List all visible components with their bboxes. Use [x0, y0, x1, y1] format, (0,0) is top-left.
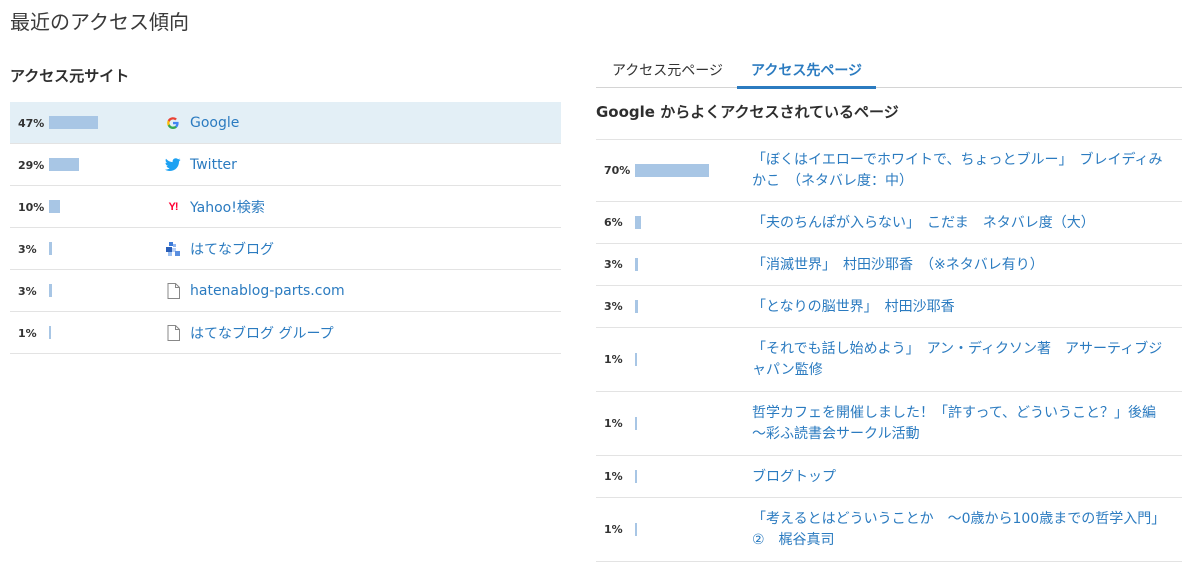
bar-track — [635, 164, 715, 177]
percentage-label: 10% — [18, 201, 45, 214]
bar-track — [635, 523, 715, 536]
referrer-row[interactable]: 3% はてなブログ — [10, 228, 561, 270]
bar-track — [635, 417, 715, 430]
referrer-site[interactable]: hatenablog-parts.com — [165, 270, 345, 312]
percentage-label: 70% — [604, 164, 631, 177]
referrer-row[interactable]: 47% Google — [10, 102, 561, 144]
destination-row: 1% ブログトップ — [596, 456, 1182, 498]
percentage-label: 1% — [604, 470, 623, 483]
bar-track — [635, 258, 715, 271]
referrer-row[interactable]: 1% はてなブログ グループ — [10, 312, 561, 354]
destination-row: 1% 哲学カフェを開催しました！「許すって、どういうこと？」後編 ～彩ふ読書会サー… — [596, 392, 1182, 456]
bar-track — [635, 353, 715, 366]
destination-row: 70% 「ぼくはイエローでホワイトで、ちょっとブルー」 ブレイディみかこ （ネタバ… — [596, 140, 1182, 202]
tab-destination-pages[interactable]: アクセス先ページ — [737, 55, 877, 89]
referrer-row[interactable]: 29% Twitter — [10, 144, 561, 186]
referrer-row[interactable]: 10% Y! Yahoo!検索 — [10, 186, 561, 228]
destination-page-link[interactable]: 「夫のちんぽが入らない」 こだま ネタバレ度（大） — [752, 213, 1172, 234]
percentage-label: 6% — [604, 216, 623, 229]
referrer-site-link[interactable]: Google — [190, 115, 239, 131]
percentage-bar — [635, 470, 637, 483]
pages-tabs: アクセス元ページ アクセス先ページ — [596, 55, 1182, 89]
destination-page-link[interactable]: 「となりの脳世界」 村田沙耶香 — [752, 297, 1172, 318]
referrer-site[interactable]: Y! Yahoo!検索 — [165, 186, 265, 228]
percentage-bar — [49, 158, 79, 171]
percentage-label: 1% — [18, 327, 37, 340]
tab-source-pages[interactable]: アクセス元ページ — [598, 55, 737, 88]
percentage-label: 1% — [604, 417, 623, 430]
percentage-bar — [49, 200, 60, 213]
referrer-site-link[interactable]: Twitter — [190, 157, 237, 173]
document-icon — [165, 283, 181, 299]
pages-subheading: Google からよくアクセスされているページ — [596, 103, 899, 121]
percentage-bar — [49, 326, 51, 339]
destination-page-link[interactable]: 「考えるとはどういうことか ～0歳から100歳までの哲学入門」 ② 梶谷真司 — [752, 509, 1172, 551]
page-title: 最近のアクセス傾向 — [10, 10, 189, 34]
destination-page-link[interactable]: 「それでも話し始めよう」 アン・ディクソン著 アサーティブジャパン監修 — [752, 339, 1172, 381]
percentage-label: 1% — [604, 523, 623, 536]
bar-track — [49, 326, 109, 339]
bar-track — [49, 284, 109, 297]
destination-pages-list: 70% 「ぼくはイエローでホワイトで、ちょっとブルー」 ブレイディみかこ （ネタバ… — [596, 139, 1182, 562]
destination-page-link[interactable]: 哲学カフェを開催しました！「許すって、どういうこと？」後編 ～彩ふ読書会サークル… — [752, 403, 1172, 445]
destination-row: 3% 「消滅世界」 村田沙耶香 （※ネタバレ有り） — [596, 244, 1182, 286]
bar-track — [635, 216, 715, 229]
bar-track — [49, 116, 109, 129]
percentage-label: 1% — [604, 353, 623, 366]
destination-row: 3% 「となりの脳世界」 村田沙耶香 — [596, 286, 1182, 328]
percentage-label: 29% — [18, 159, 45, 172]
hatena-blog-icon — [165, 241, 181, 257]
percentage-label: 3% — [18, 285, 37, 298]
twitter-icon — [165, 157, 181, 173]
referrer-site-link[interactable]: はてなブログ グループ — [190, 323, 334, 343]
referrer-site[interactable]: はてなブログ グループ — [165, 312, 334, 354]
referrer-sites-title: アクセス元サイト — [10, 67, 130, 85]
referrer-site-link[interactable]: Yahoo!検索 — [190, 197, 265, 217]
referrer-site-link[interactable]: hatenablog-parts.com — [190, 283, 345, 299]
bar-track — [635, 300, 715, 313]
referrer-site[interactable]: はてなブログ — [165, 228, 274, 270]
percentage-bar — [635, 258, 638, 271]
percentage-bar — [635, 353, 637, 366]
percentage-bar — [49, 284, 52, 297]
percentage-label: 3% — [604, 300, 623, 313]
percentage-bar — [49, 116, 98, 129]
referrer-site-link[interactable]: はてなブログ — [190, 239, 274, 259]
document-icon — [165, 325, 181, 341]
percentage-bar — [635, 300, 638, 313]
percentage-label: 47% — [18, 117, 45, 130]
percentage-bar — [635, 417, 637, 430]
percentage-bar — [635, 216, 641, 229]
bar-track — [635, 470, 715, 483]
destination-row: 1% 「考えるとはどういうことか ～0歳から100歳までの哲学入門」 ② 梶谷真司 — [596, 498, 1182, 562]
google-icon — [165, 115, 181, 131]
percentage-bar — [635, 523, 637, 536]
pages-panel: アクセス元ページ アクセス先ページ Google からよくアクセスされているペー… — [596, 55, 1182, 562]
destination-row: 1% 「それでも話し始めよう」 アン・ディクソン著 アサーティブジャパン監修 — [596, 328, 1182, 392]
bar-track — [49, 200, 109, 213]
referrer-sites-panel: アクセス元サイト 47% Google 29% Twitter 10% Y! Yahoo!検… — [10, 60, 561, 354]
percentage-bar — [49, 242, 52, 255]
destination-page-link[interactable]: 「ぼくはイエローでホワイトで、ちょっとブルー」 ブレイディみかこ （ネタバレ度：… — [752, 150, 1172, 192]
percentage-bar — [635, 164, 709, 177]
destination-page-link[interactable]: 「消滅世界」 村田沙耶香 （※ネタバレ有り） — [752, 255, 1172, 276]
destination-row: 6% 「夫のちんぽが入らない」 こだま ネタバレ度（大） — [596, 202, 1182, 244]
yahoo-icon: Y! — [168, 201, 179, 213]
referrer-row[interactable]: 3% hatenablog-parts.com — [10, 270, 561, 312]
percentage-label: 3% — [604, 258, 623, 271]
referrer-site[interactable]: Google — [165, 102, 239, 144]
referrer-sites-list: 47% Google 29% Twitter 10% Y! Yahoo!検索 3% はてなブログ… — [10, 102, 561, 354]
referrer-site[interactable]: Twitter — [165, 144, 237, 186]
destination-page-link[interactable]: ブログトップ — [752, 467, 1172, 488]
bar-track — [49, 242, 109, 255]
bar-track — [49, 158, 109, 171]
percentage-label: 3% — [18, 243, 37, 256]
